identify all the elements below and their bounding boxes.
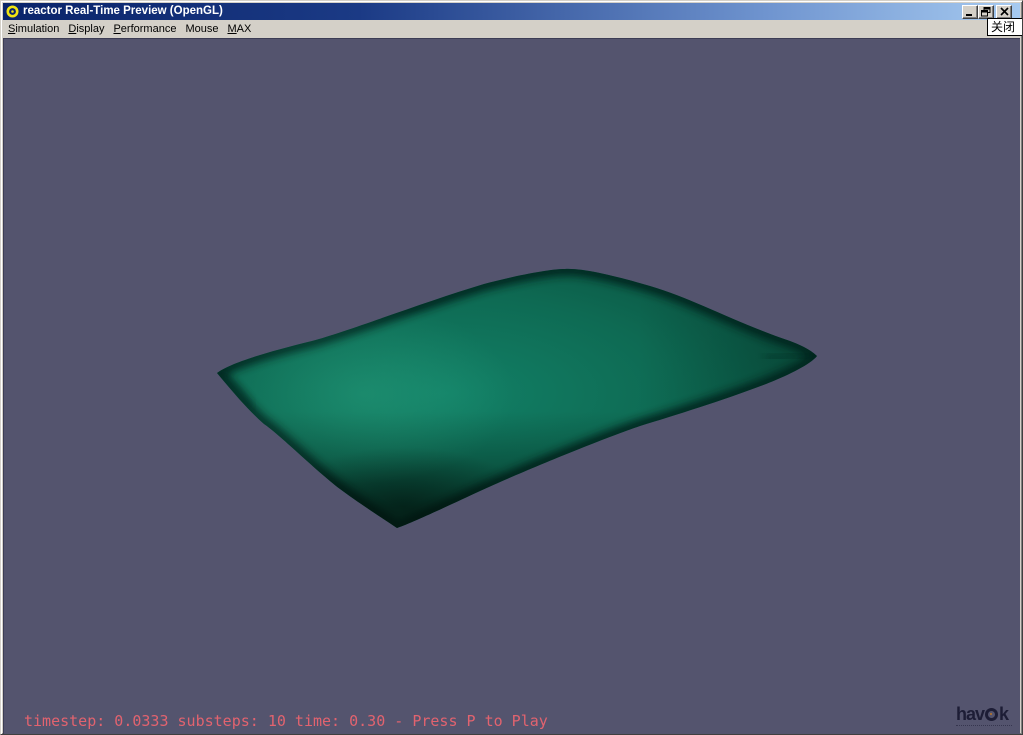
minimize-button[interactable] [962, 5, 978, 19]
gear-o-icon [985, 708, 998, 721]
simulation-status-text: timestep: 0.0333 substeps: 10 time: 0.30… [24, 712, 548, 730]
opengl-viewport[interactable]: timestep: 0.0333 substeps: 10 time: 0.30… [3, 38, 1020, 734]
cloth-pillow-object [4, 39, 1020, 734]
menu-mouse[interactable]: Mouse [185, 21, 222, 37]
menu-max[interactable]: MAX [227, 21, 255, 37]
close-icon [1000, 7, 1009, 16]
reactor-preview-window: reactor Real-Time Preview (OpenGL) [0, 0, 1023, 735]
restore-button[interactable] [978, 5, 994, 19]
menubar: Simulation Display Performance Mouse MAX [3, 20, 1020, 38]
window-controls [962, 5, 1012, 19]
menu-simulation[interactable]: Simulation [8, 21, 63, 37]
window-title: reactor Real-Time Preview (OpenGL) [23, 3, 962, 20]
close-button[interactable] [996, 5, 1012, 19]
havok-wordmark: havk [956, 706, 1012, 722]
restore-icon [981, 7, 991, 17]
menu-display[interactable]: Display [68, 21, 108, 37]
havok-logo: havk [956, 706, 1012, 726]
minimize-icon [965, 7, 975, 17]
close-tooltip: 关闭 [987, 18, 1023, 36]
titlebar[interactable]: reactor Real-Time Preview (OpenGL) [3, 3, 1020, 20]
reactor-icon[interactable] [6, 5, 19, 18]
menu-performance[interactable]: Performance [113, 21, 180, 37]
